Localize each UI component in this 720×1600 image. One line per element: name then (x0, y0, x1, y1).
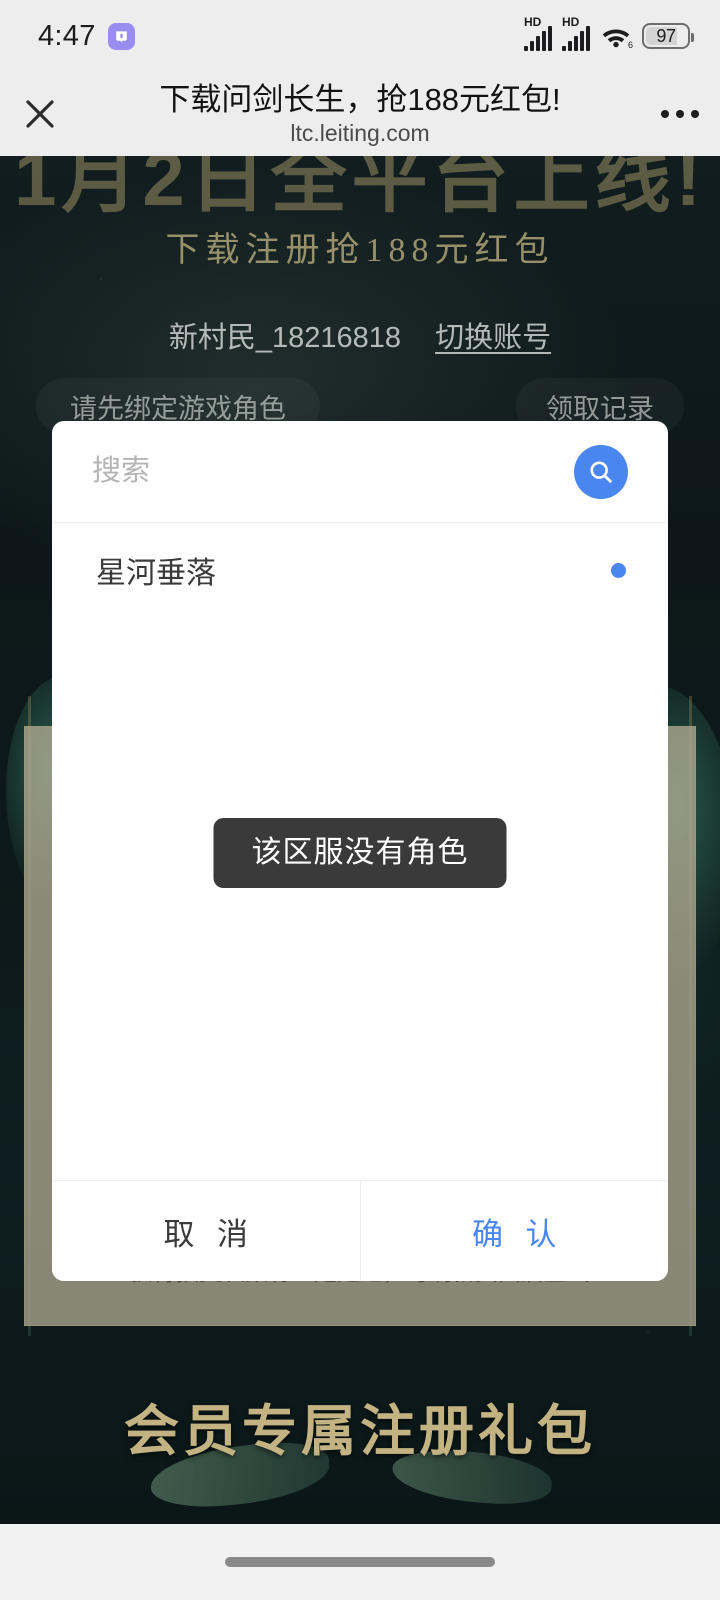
page-title: 下载问剑长生，抢188元红包! (159, 81, 561, 117)
status-clock: 4:47 (38, 19, 96, 52)
search-button[interactable] (574, 444, 628, 499)
svg-text:6: 6 (628, 40, 633, 49)
confirm-button[interactable]: 确 认 (359, 1181, 668, 1281)
close-button[interactable] (0, 72, 80, 156)
navigation-bar (0, 1524, 720, 1600)
cancel-button[interactable]: 取 消 (52, 1181, 360, 1281)
search-input[interactable] (92, 449, 574, 494)
signal-bars-2 (562, 25, 590, 51)
close-icon (26, 100, 54, 128)
gift-pack-banner-title: 会员专属注册礼包 (123, 1400, 596, 1462)
browser-header: 下载问剑长生，抢188元红包! ltc.leiting.com (0, 72, 720, 156)
hd-label-1: HD (524, 14, 542, 29)
signal-bars-1 (524, 25, 552, 51)
app-badge-icon (107, 22, 135, 50)
page-url: ltc.leiting.com (290, 119, 430, 146)
signal-icon-1: HD (523, 16, 552, 51)
hd-label-2: HD (562, 14, 580, 29)
search-icon (590, 460, 612, 483)
decor-swoosh (488, 1510, 720, 1524)
phone-screen: 4:47 HD HD 6 97 下载问剑长生，抢188元红包! ltc.leit… (0, 0, 720, 1600)
header-title-group: 下载问剑长生，抢188元红包! ltc.leiting.com (80, 82, 640, 146)
switch-account-link[interactable]: 切换账号 (435, 314, 551, 356)
promo-hero-title: 1月2日全平台上线! (14, 156, 706, 222)
wifi-6-icon: 6 (599, 23, 633, 49)
more-options-icon-dot-3 (691, 110, 699, 118)
more-options-button[interactable] (640, 72, 720, 156)
toast-message: 该区服没有角色 (213, 818, 507, 888)
more-options-icon-dot-1 (661, 110, 669, 118)
battery-icon: 97 (642, 23, 694, 49)
dialog-search-row (52, 421, 668, 523)
dialog-footer: 取 消 确 认 (52, 1180, 668, 1281)
battery-percent-label: 97 (656, 26, 676, 46)
status-bar-right: HD HD 6 97 (523, 16, 694, 51)
signal-icon-2: HD (561, 16, 590, 51)
more-options-icon-dot-2 (676, 110, 684, 118)
promo-subtitle: 下载注册抢188元红包 (165, 232, 555, 269)
home-indicator[interactable] (225, 1557, 495, 1567)
promo-username: 新村民_18216818 (168, 322, 402, 354)
status-bar: 4:47 HD HD 6 97 (0, 0, 720, 72)
list-item-label: 星河垂落 (96, 557, 216, 590)
list-item[interactable]: 星河垂落 (52, 523, 668, 617)
promo-account-row: 新村民_18216818 切换账号 (0, 314, 720, 356)
status-bar-left: 4:47 (38, 20, 135, 53)
selected-indicator-dot (611, 562, 626, 578)
